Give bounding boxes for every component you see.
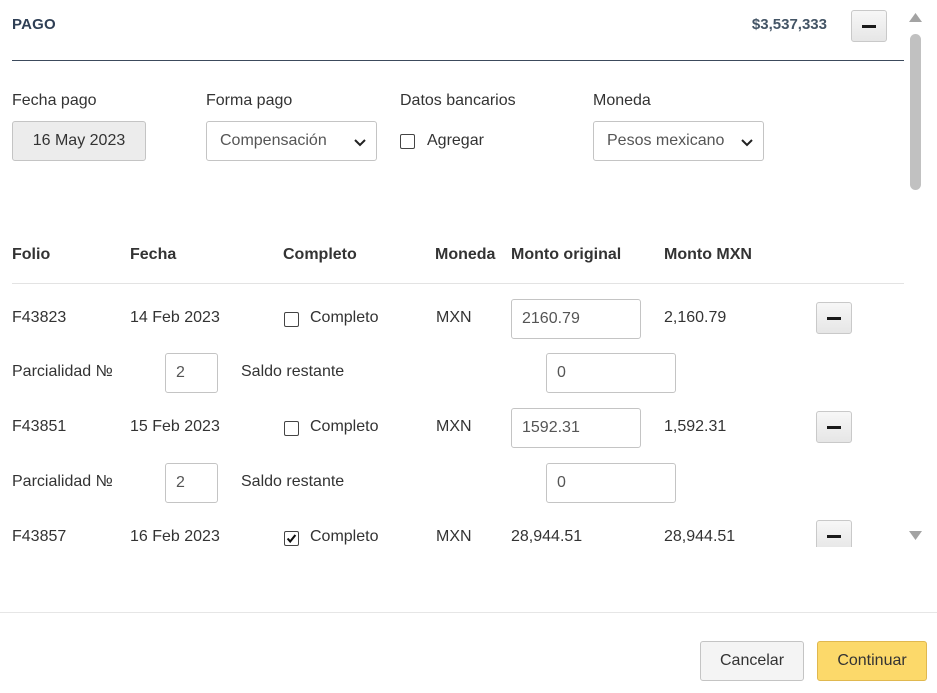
cancel-button[interactable]: Cancelar (700, 641, 804, 681)
chevron-down-icon (354, 139, 366, 147)
datos-bancarios-label: Datos bancarios (400, 92, 516, 109)
forma-pago-label: Forma pago (206, 92, 293, 109)
row-completo-label: Completo (310, 418, 379, 435)
row-monto-mxn: 1,592.31 (664, 418, 727, 435)
section-title: PAGO (12, 16, 56, 33)
header-divider (12, 60, 904, 61)
minus-icon (827, 534, 841, 538)
row-completo-checkbox[interactable] (284, 421, 299, 436)
row-monto-mxn: 2,160.79 (664, 309, 727, 326)
saldo-restante-label: Saldo restante (241, 473, 345, 490)
row-moneda: MXN (436, 528, 472, 545)
row-folio: F43823 (12, 309, 67, 326)
scroll-down-arrow-icon[interactable] (907, 529, 924, 543)
agregar-label: Agregar (427, 132, 484, 149)
row-folio: F43857 (12, 528, 67, 545)
row-folio: F43851 (12, 418, 67, 435)
row-fecha: 14 Feb 2023 (130, 309, 220, 326)
scroll-up-arrow-icon[interactable] (907, 10, 924, 24)
agregar-checkbox[interactable] (400, 134, 415, 149)
fecha-pago-picker[interactable]: 16 May 2023 (12, 121, 146, 161)
row-monto-original: 28,944.51 (511, 528, 583, 545)
footer-divider (0, 612, 937, 613)
saldo-restante-input[interactable]: 0 (546, 353, 676, 393)
col-header-moneda: Moneda (435, 246, 496, 263)
parcialidad-label: Parcialidad № (12, 363, 113, 380)
row-completo-label: Completo (310, 309, 379, 326)
col-header-folio: Folio (12, 246, 51, 263)
table-row: F43857 16 Feb 2023 Completo MXN 28,944.5… (0, 515, 905, 547)
parcialidad-input[interactable]: 2 (165, 353, 218, 393)
moneda-value: Pesos mexicano (607, 132, 725, 149)
remove-row-button[interactable] (816, 302, 852, 334)
continue-button[interactable]: Continuar (817, 641, 927, 681)
collapse-button[interactable] (851, 10, 887, 42)
col-header-monto-original: Monto original (511, 246, 622, 263)
row-fecha: 15 Feb 2023 (130, 418, 220, 435)
fecha-pago-label: Fecha pago (12, 92, 97, 109)
row-monto-original-input[interactable]: 1592.31 (511, 408, 641, 448)
row-fecha: 16 Feb 2023 (130, 528, 220, 545)
moneda-select[interactable]: Pesos mexicano (593, 121, 764, 161)
parcialidad-input[interactable]: 2 (165, 463, 218, 503)
forma-pago-value: Compensación (220, 132, 327, 149)
remove-row-button[interactable] (816, 411, 852, 443)
minus-icon (827, 316, 841, 320)
minus-icon (862, 24, 876, 28)
row-completo-label: Completo (310, 528, 379, 545)
row-completo-checkbox[interactable] (284, 312, 299, 327)
forma-pago-select[interactable]: Compensación (206, 121, 377, 161)
scrollbar-thumb[interactable] (910, 34, 921, 190)
table-header-divider (12, 283, 904, 284)
col-header-monto-mxn: Monto MXN (664, 246, 752, 263)
saldo-restante-label: Saldo restante (241, 363, 345, 380)
row-moneda: MXN (436, 418, 472, 435)
row-monto-original-input[interactable]: 2160.79 (511, 299, 641, 339)
col-header-fecha: Fecha (130, 246, 177, 263)
row-monto-mxn: 28,944.51 (664, 528, 736, 545)
col-header-completo: Completo (283, 246, 357, 263)
chevron-down-icon (741, 139, 753, 147)
saldo-restante-input[interactable]: 0 (546, 463, 676, 503)
parcialidad-label: Parcialidad № (12, 473, 113, 490)
total-amount: $3,537,333 (751, 16, 827, 33)
row-completo-checkbox[interactable] (284, 531, 299, 546)
minus-icon (827, 425, 841, 429)
moneda-label: Moneda (593, 92, 651, 109)
row-moneda: MXN (436, 309, 472, 326)
checkmark-icon (286, 533, 296, 543)
remove-row-button[interactable] (816, 520, 852, 547)
